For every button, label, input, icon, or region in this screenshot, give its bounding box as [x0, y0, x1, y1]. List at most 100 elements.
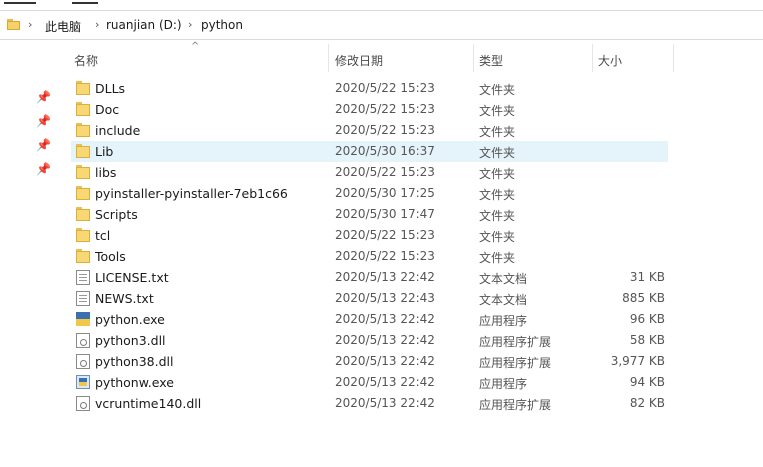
- chevron-right-icon[interactable]: ›: [28, 18, 32, 31]
- pin-icon[interactable]: 📌: [36, 162, 51, 176]
- file-row[interactable]: tcl 2020/5/22 15:23 文件夹: [71, 225, 669, 246]
- file-name: pythonw.exe: [95, 375, 174, 390]
- file-type: 文件夹: [479, 188, 516, 202]
- column-header-type[interactable]: 类型: [479, 52, 503, 69]
- file-type: 文件夹: [479, 230, 516, 244]
- file-type: 文件夹: [479, 125, 516, 139]
- file-type: 文件夹: [479, 83, 516, 97]
- file-row[interactable]: Doc 2020/5/22 15:23 文件夹: [71, 99, 669, 120]
- column-header: ^ 名称 修改日期 类型 大小: [70, 41, 674, 74]
- folder-icon: [76, 123, 90, 138]
- file-name: LICENSE.txt: [95, 270, 169, 285]
- file-row[interactable]: python.exe 2020/5/13 22:42 应用程序 96 KB: [71, 309, 669, 330]
- file-size: 94 KB: [629, 375, 665, 389]
- column-header-name[interactable]: 名称: [74, 52, 98, 69]
- text-file-icon: [76, 270, 90, 285]
- file-type: 文件夹: [479, 167, 516, 181]
- file-name: Scripts: [95, 207, 138, 222]
- column-divider[interactable]: [592, 44, 593, 72]
- folder-icon: [7, 19, 20, 30]
- folder-icon: [76, 207, 90, 222]
- file-size: 82 KB: [629, 396, 665, 410]
- file-date: 2020/5/30 16:37: [335, 144, 435, 158]
- file-date: 2020/5/22 15:23: [335, 81, 435, 95]
- file-row[interactable]: pythonw.exe 2020/5/13 22:42 应用程序 94 KB: [71, 372, 669, 393]
- folder-icon: [76, 165, 90, 180]
- column-divider[interactable]: [473, 44, 474, 72]
- dll-file-icon: [76, 354, 90, 369]
- file-name: pyinstaller-pyinstaller-7eb1c66: [95, 186, 288, 201]
- file-date: 2020/5/22 15:23: [335, 123, 435, 137]
- file-row[interactable]: NEWS.txt 2020/5/13 22:43 文本文档 885 KB: [71, 288, 669, 309]
- file-date: 2020/5/22 15:23: [335, 102, 435, 116]
- file-type: 文件夹: [479, 251, 516, 265]
- window-top-edge: [0, 0, 763, 10]
- file-row[interactable]: vcruntime140.dll 2020/5/13 22:42 应用程序扩展 82 …: [71, 393, 669, 414]
- file-name: python.exe: [95, 312, 165, 327]
- file-name: Doc: [95, 102, 120, 117]
- file-row[interactable]: Scripts 2020/5/30 17:47 文件夹: [71, 204, 669, 225]
- file-size: 96 KB: [629, 312, 665, 326]
- column-divider[interactable]: [673, 44, 674, 72]
- file-name: Tools: [95, 249, 126, 264]
- file-name: vcruntime140.dll: [95, 396, 202, 411]
- file-name: include: [95, 123, 141, 138]
- file-type: 应用程序扩展: [479, 356, 552, 370]
- pin-icon[interactable]: 📌: [36, 138, 51, 152]
- file-date: 2020/5/13 22:43: [335, 291, 435, 305]
- text-file-icon: [76, 291, 90, 306]
- chevron-right-icon[interactable]: ›: [95, 18, 99, 31]
- file-type: 应用程序: [479, 377, 528, 391]
- file-size: 31 KB: [629, 270, 665, 284]
- file-row[interactable]: Tools 2020/5/22 15:23 文件夹: [71, 246, 669, 267]
- file-name: python3.dll: [95, 333, 166, 348]
- sort-ascending-icon: ^: [191, 41, 200, 52]
- folder-icon: [76, 249, 90, 264]
- file-row[interactable]: pyinstaller-pyinstaller-7eb1c66 2020/5/30…: [71, 183, 669, 204]
- column-divider[interactable]: [328, 44, 329, 72]
- file-date: 2020/5/13 22:42: [335, 270, 435, 284]
- chevron-right-icon[interactable]: ›: [188, 18, 192, 31]
- column-header-size[interactable]: 大小: [598, 52, 622, 69]
- column-header-date[interactable]: 修改日期: [335, 52, 383, 69]
- file-type: 文件夹: [479, 209, 516, 223]
- file-row[interactable]: python38.dll 2020/5/13 22:42 应用程序扩展 3,977 K…: [71, 351, 669, 372]
- pin-icon[interactable]: 📌: [36, 114, 51, 128]
- file-date: 2020/5/22 15:23: [335, 228, 435, 242]
- file-date: 2020/5/13 22:42: [335, 354, 435, 368]
- file-date: 2020/5/22 15:23: [335, 249, 435, 263]
- file-date: 2020/5/30 17:47: [335, 207, 435, 221]
- folder-icon: [76, 186, 90, 201]
- file-row[interactable]: Lib 2020/5/30 16:37 文件夹: [71, 141, 668, 162]
- file-name: Lib: [95, 144, 114, 159]
- file-date: 2020/5/13 22:42: [335, 396, 435, 410]
- file-name: NEWS.txt: [95, 291, 154, 306]
- file-type: 文本文档: [479, 293, 528, 307]
- file-date: 2020/5/30 17:25: [335, 186, 435, 200]
- file-name: DLLs: [95, 81, 126, 96]
- title-fragment: [72, 0, 98, 4]
- file-date: 2020/5/13 22:42: [335, 333, 435, 347]
- folder-icon: [76, 81, 90, 96]
- file-type: 应用程序扩展: [479, 335, 552, 349]
- breadcrumb-item-this-pc[interactable]: 此电脑: [45, 18, 81, 35]
- file-name: tcl: [95, 228, 111, 243]
- address-bar[interactable]: › 此电脑 › ruanjian (D:) › python: [0, 10, 763, 40]
- file-date: 2020/5/13 22:42: [335, 312, 435, 326]
- python-exe-icon: [76, 312, 90, 327]
- file-row[interactable]: include 2020/5/22 15:23 文件夹: [71, 120, 669, 141]
- file-row[interactable]: python3.dll 2020/5/13 22:42 应用程序扩展 58 KB: [71, 330, 669, 351]
- file-row[interactable]: LICENSE.txt 2020/5/13 22:42 文本文档 31 KB: [71, 267, 669, 288]
- breadcrumb-item-drive[interactable]: ruanjian (D:): [106, 18, 182, 32]
- file-size: 58 KB: [629, 333, 665, 347]
- pin-icon[interactable]: 📌: [36, 90, 51, 104]
- file-row[interactable]: DLLs 2020/5/22 15:23 文件夹: [71, 78, 669, 99]
- dll-file-icon: [76, 396, 90, 411]
- file-date: 2020/5/13 22:42: [335, 375, 435, 389]
- file-row[interactable]: libs 2020/5/22 15:23 文件夹: [71, 162, 669, 183]
- file-date: 2020/5/22 15:23: [335, 165, 435, 179]
- breadcrumb-item-python[interactable]: python: [201, 18, 243, 32]
- file-type: 文件夹: [479, 104, 516, 118]
- file-size: 3,977 KB: [610, 354, 665, 368]
- file-type: 应用程序: [479, 314, 528, 328]
